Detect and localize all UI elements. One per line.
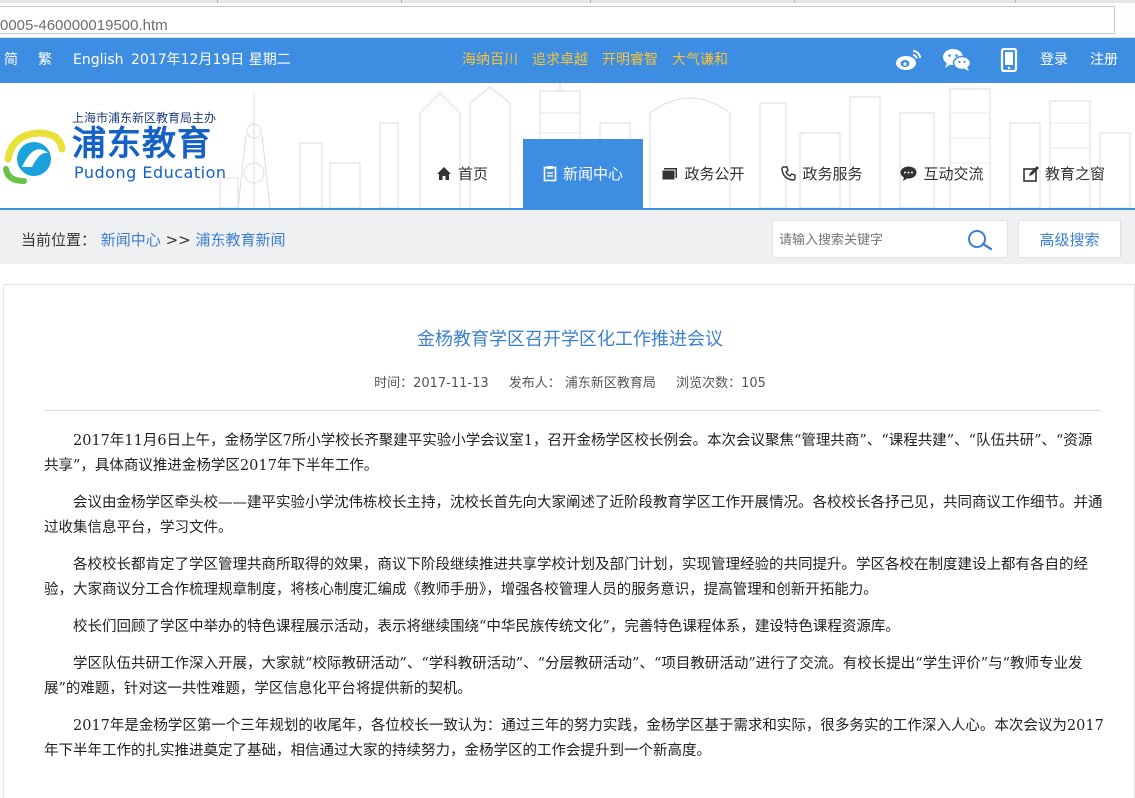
nav-home-label: 首页 — [457, 165, 488, 183]
breadcrumb-news-center-link[interactable]: 新闻中心 — [101, 231, 161, 249]
slogan-4: 大气谦和 — [672, 52, 728, 68]
login-link[interactable]: 登录 — [1040, 52, 1068, 69]
current-date: 2017年12月19日 星期二 — [131, 52, 291, 68]
nav-government-services-label: 政务服务 — [802, 165, 863, 183]
search-input[interactable] — [779, 230, 959, 250]
folder-icon — [661, 167, 678, 181]
search-icon[interactable] — [965, 227, 995, 253]
article-title: 金杨教育学区召开学区化工作推进会议 — [417, 329, 723, 350]
breadcrumb: 当前位置： 新闻中心 >> 浦东教育新闻 — [21, 229, 286, 250]
slogan-1: 海纳百川 — [462, 52, 518, 68]
breadcrumb-pudong-news-link[interactable]: 浦东教育新闻 — [196, 231, 286, 249]
nav-education-window[interactable]: 教育之窗 — [1010, 139, 1118, 208]
nav-education-window-label: 教育之窗 — [1044, 165, 1105, 183]
article-body: 2017年11月6日上午，金杨学区7所小学校长齐聚建平实验小学会议室1，召开金杨… — [44, 429, 1106, 776]
phone-icon — [781, 166, 797, 181]
nav-government-affairs-label: 政务公开 — [684, 165, 745, 183]
article: 金杨教育学区召开学区化工作推进会议 时间：2017-11-13 发布人： 浦东新… — [3, 284, 1135, 798]
breadcrumb-separator: >> — [165, 231, 196, 249]
article-paragraph: 会议由金杨学区牵头校——建平实验小学沈伟栋校长主持，沈校长首先向大家阐述了近阶段… — [44, 495, 1103, 536]
chat-icon — [900, 166, 917, 181]
nav-news-center-label: 新闻中心 — [562, 165, 623, 183]
mobile-icon[interactable] — [994, 47, 1024, 73]
english-link[interactable]: English — [73, 52, 124, 69]
article-paragraph: 校长们回顾了学区中举办的特色课程展示活动，表示将继续围绕“中华民族传统文化”，完… — [73, 619, 900, 635]
nav-interaction[interactable]: 互动交流 — [888, 139, 996, 208]
home-icon — [436, 166, 452, 181]
slogan-3: 开明睿智 — [602, 52, 658, 68]
nav-government-services[interactable]: 政务服务 — [768, 139, 876, 208]
browser-tab-strip — [0, 0, 1135, 3]
top-bar: 简 繁 English 2017年12月19日 星期二 海纳百川 追求卓越 开明… — [0, 38, 1135, 83]
advanced-search-button[interactable]: 高级搜索 — [1018, 220, 1121, 258]
url-text[interactable]: 0005-460000019500.htm — [0, 17, 168, 34]
logo-english: Pudong Education — [74, 163, 227, 182]
article-publisher: 发布人： 浦东新区教育局 — [508, 376, 656, 391]
pudong-education-logo-icon — [3, 129, 66, 184]
article-paragraph: 2017年11月6日上午，金杨学区7所小学校长齐聚建平实验小学会议室1，召开金杨… — [44, 433, 1093, 474]
nav-news-center[interactable]: 新闻中心 — [523, 139, 643, 208]
weibo-icon[interactable] — [893, 47, 923, 73]
article-paragraph: 各校校长都肯定了学区管理共商所取得的效果，商议下阶段继续推进共享学校计划及部门计… — [44, 557, 1088, 598]
browser-address-bar: 0005-460000019500.htm — [0, 0, 1135, 38]
nav-interaction-label: 互动交流 — [923, 165, 984, 183]
article-date: 时间：2017-11-13 — [374, 376, 489, 391]
wechat-icon[interactable] — [942, 47, 972, 73]
breadcrumb-bar: 当前位置： 新闻中心 >> 浦东教育新闻 高级搜索 — [0, 208, 1135, 264]
simplified-chinese-link[interactable]: 简 — [4, 52, 18, 69]
search-box — [772, 220, 1008, 258]
nav-government-affairs[interactable]: 政务公开 — [650, 139, 756, 208]
article-paragraph: 学区队伍共研工作深入开展，大家就“校际教研活动”、“学科教研活动”、“分层教研活… — [44, 656, 1083, 697]
edit-icon — [1023, 165, 1039, 182]
logo-title: 浦东教育 — [72, 124, 212, 164]
article-paragraph: 2017年是金杨学区第一个三年规划的收尾年，各位校长一致认为：通过三年的努力实践… — [44, 718, 1104, 759]
site-header: 上海市浦东新区教育局主办 浦东教育 Pudong Education 首页 新闻… — [0, 83, 1135, 208]
article-divider — [44, 410, 1101, 411]
slogan-2: 追求卓越 — [532, 52, 588, 68]
traditional-chinese-link[interactable]: 繁 — [38, 52, 52, 69]
nav-home[interactable]: 首页 — [407, 139, 517, 208]
article-meta: 时间：2017-11-13 发布人： 浦东新区教育局 浏览次数：105 — [4, 372, 1135, 391]
url-field[interactable]: 0005-460000019500.htm — [0, 6, 1115, 34]
article-views: 浏览次数：105 — [676, 376, 766, 391]
document-icon — [543, 165, 557, 182]
register-link[interactable]: 注册 — [1090, 52, 1118, 69]
breadcrumb-prefix: 当前位置： — [21, 231, 97, 249]
